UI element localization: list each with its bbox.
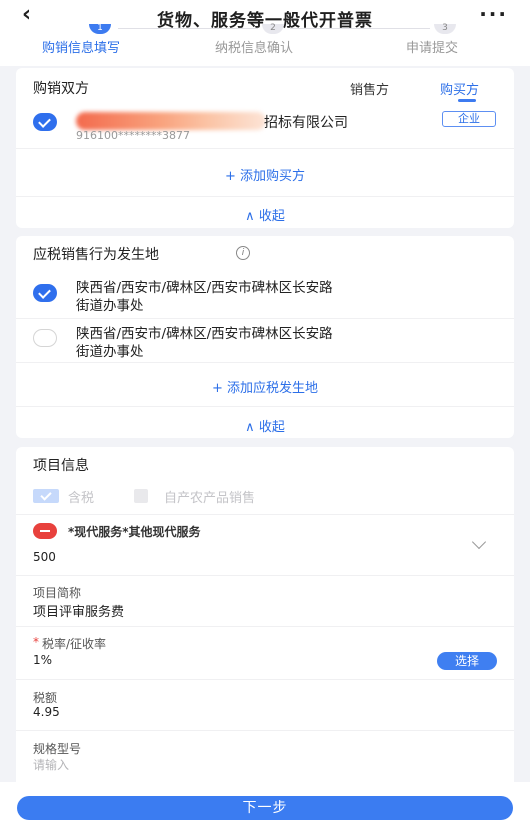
buyer-check-icon[interactable] — [33, 113, 57, 131]
divider — [16, 679, 514, 680]
tax-included-checkbox[interactable] — [33, 489, 59, 503]
step-2-label: 纳税信息确认 — [215, 41, 294, 56]
add-buyer-button[interactable]: + 添加购买方 — [16, 165, 514, 184]
select-tax-rate-button[interactable]: 选择 — [437, 652, 497, 670]
divider — [16, 406, 514, 407]
step-3-marker: 3 — [434, 24, 456, 34]
bottom-action-bar: 下一步 — [0, 782, 530, 832]
location-title: 应税销售行为发生地 — [33, 247, 159, 263]
tax-amount-label: 税额 — [33, 691, 58, 705]
tab-buyer-underline — [458, 99, 476, 102]
info-icon[interactable]: i — [236, 246, 250, 260]
location-option-1-line1[interactable]: 陕西省/西安市/碑林区/西安市碑林区长安路 — [76, 276, 333, 296]
location-option-2-radio[interactable] — [33, 329, 57, 347]
location-card: 应税销售行为发生地 i 陕西省/西安市/碑林区/西安市碑林区长安路 街道办事处 … — [16, 236, 514, 438]
location-option-2-line1[interactable]: 陕西省/西安市/碑林区/西安市碑林区长安路 — [76, 322, 333, 342]
project-card: 项目信息 含税 自产农产品销售 *现代服务*其他现代服务 500 项目简称 项目… — [16, 447, 514, 807]
divider — [16, 362, 514, 363]
tax-rate-label: 税率/征收率 — [42, 637, 107, 651]
project-title: 项目信息 — [33, 458, 89, 474]
more-icon[interactable]: ··· — [479, 2, 508, 26]
remove-item-icon[interactable] — [33, 523, 57, 539]
location-option-2-line2[interactable]: 街道办事处 — [76, 340, 144, 360]
step-connector — [290, 28, 430, 29]
buyer-tax-id: 916100********3877 — [76, 129, 190, 142]
tax-included-label: 含税 — [68, 491, 95, 506]
agri-product-checkbox[interactable] — [134, 489, 148, 503]
divider — [16, 514, 514, 515]
divider — [16, 196, 514, 197]
parties-title: 购销双方 — [33, 81, 89, 97]
step-indicator: 1 2 3 购销信息填写 纳税信息确认 申请提交 — [0, 24, 530, 64]
enterprise-badge: 企业 — [442, 111, 496, 127]
spec-input[interactable]: 请输入 — [33, 756, 69, 773]
item-name: *现代服务*其他现代服务 — [68, 525, 201, 539]
divider — [16, 318, 514, 319]
short-name-value[interactable]: 项目评审服务费 — [33, 601, 124, 620]
step-connector — [118, 28, 258, 29]
parties-card: 购销双方 销售方 购买方 招标有限公司 916100********3877 企… — [16, 68, 514, 228]
next-step-button[interactable]: 下一步 — [17, 796, 513, 820]
location-option-1-line2[interactable]: 街道办事处 — [76, 294, 144, 314]
tax-amount-value: 4.95 — [33, 705, 60, 719]
buyer-name: 招标有限公司 — [264, 115, 348, 131]
divider — [16, 626, 514, 627]
chevron-down-icon[interactable] — [471, 534, 487, 550]
collapse-parties-button[interactable]: ∧ 收起 — [16, 205, 514, 224]
required-mark: * — [33, 635, 39, 649]
divider — [16, 575, 514, 576]
spec-label: 规格型号 — [33, 742, 82, 756]
step-2-marker: 2 — [262, 24, 284, 34]
agri-product-label: 自产农产品销售 — [164, 491, 256, 506]
short-name-label: 项目简称 — [33, 586, 82, 600]
location-option-1-check-icon[interactable] — [33, 284, 57, 302]
tax-rate-value: 1% — [33, 653, 53, 667]
add-location-button[interactable]: + 添加应税发生地 — [16, 377, 514, 396]
step-1-label: 购销信息填写 — [42, 41, 121, 56]
item-amount: 500 — [33, 550, 56, 564]
top-nav-bar: ‹ 货物、服务等一般代开普票 ··· 1 2 3 购销信息填写 纳税信息确认 申… — [0, 0, 530, 66]
collapse-location-button[interactable]: ∧ 收起 — [16, 416, 514, 435]
step-3-label: 申请提交 — [406, 41, 459, 56]
divider — [16, 730, 514, 731]
redacted-name — [76, 112, 266, 130]
tab-seller[interactable]: 销售方 — [350, 79, 389, 98]
divider — [16, 148, 514, 149]
tab-buyer[interactable]: 购买方 — [440, 79, 479, 98]
step-1-marker: 1 — [89, 24, 111, 34]
